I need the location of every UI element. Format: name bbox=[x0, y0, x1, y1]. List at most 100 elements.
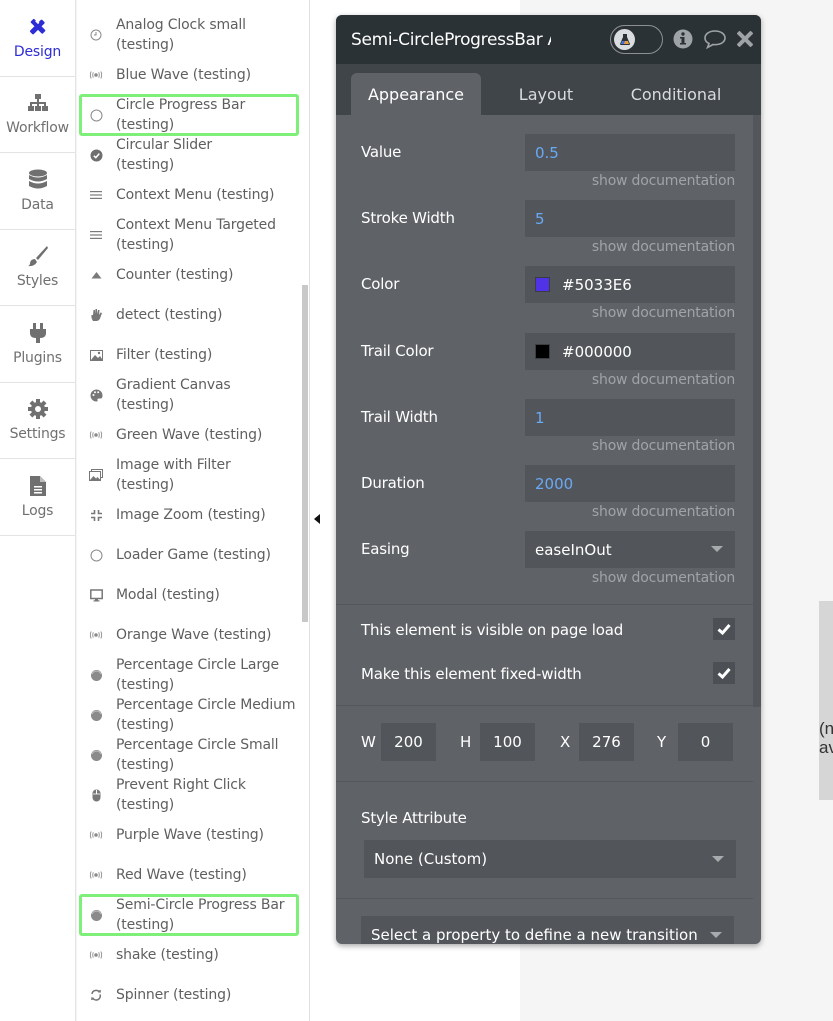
canvas-element-text: (n av bbox=[819, 719, 833, 757]
stroke-width-input[interactable]: 5 bbox=[525, 200, 735, 237]
element-list-item[interactable]: Loader Game (testing) bbox=[77, 535, 302, 575]
element-list-item[interactable]: Blue Wave (testing) bbox=[77, 55, 302, 95]
color-value: #5033E6 bbox=[562, 275, 632, 294]
nav-settings[interactable]: Settings bbox=[0, 383, 75, 459]
element-list-item-label: Analog Clock small (testing) bbox=[116, 17, 246, 53]
canvas-text-line: (n bbox=[819, 719, 833, 738]
style-attribute-dropdown[interactable]: None (Custom) bbox=[364, 840, 736, 878]
nav-label: Plugins bbox=[13, 349, 62, 366]
element-list-scrollbar[interactable] bbox=[302, 285, 308, 622]
element-list-item[interactable]: Image with Filter (testing) bbox=[77, 455, 302, 495]
design-icon bbox=[27, 16, 49, 38]
element-list-item[interactable]: Circular Slider (testing) bbox=[77, 135, 302, 175]
element-list-item[interactable]: Spinner (testing) bbox=[77, 975, 302, 1015]
transition-property-dropdown[interactable]: Select a property to define a new transi… bbox=[361, 916, 734, 944]
nav-data[interactable]: Data bbox=[0, 153, 75, 230]
trail-color-swatch[interactable] bbox=[535, 344, 550, 359]
show-documentation-link[interactable]: show documentation bbox=[592, 570, 735, 586]
show-documentation-link[interactable]: show documentation bbox=[592, 504, 735, 520]
fixed-width-label: Make this element fixed-width bbox=[361, 665, 582, 683]
nav-design[interactable]: Design bbox=[0, 0, 75, 77]
menu-lines-icon bbox=[89, 188, 103, 202]
info-icon[interactable] bbox=[672, 28, 694, 50]
element-list-item-label: Modal (testing) bbox=[116, 587, 220, 603]
workflow-icon bbox=[27, 92, 49, 114]
element-list-item[interactable]: Modal (testing) bbox=[77, 575, 302, 615]
element-list-item-label: Image with Filter (testing) bbox=[116, 457, 231, 493]
section-divider bbox=[336, 781, 753, 782]
element-list-item[interactable]: Analog Clock small (testing) bbox=[77, 15, 302, 55]
height-input[interactable]: 100 bbox=[480, 723, 535, 761]
y-input[interactable]: 0 bbox=[678, 723, 733, 761]
element-list-item[interactable]: Percentage Circle Small (testing) bbox=[77, 735, 302, 775]
fixed-width-checkbox[interactable] bbox=[713, 662, 735, 684]
visible-on-load-checkbox[interactable] bbox=[713, 618, 735, 640]
easing-dropdown[interactable]: easeInOut bbox=[525, 531, 735, 568]
show-documentation-link[interactable]: show documentation bbox=[592, 173, 735, 189]
nav-workflow[interactable]: Workflow bbox=[0, 77, 75, 153]
width-input[interactable]: 200 bbox=[381, 723, 436, 761]
element-list-item[interactable]: Circle Progress Bar (testing) bbox=[79, 94, 299, 136]
nav-styles[interactable]: Styles bbox=[0, 230, 75, 306]
close-icon[interactable] bbox=[734, 28, 756, 50]
element-list-item[interactable]: Percentage Circle Large (testing) bbox=[77, 655, 302, 695]
element-list-item[interactable]: Gradient Canvas (testing) bbox=[77, 375, 302, 415]
show-documentation-link[interactable]: show documentation bbox=[592, 239, 735, 255]
element-list-item[interactable]: Green Wave (testing) bbox=[77, 415, 302, 455]
circle-filled-icon bbox=[89, 748, 103, 762]
nav-logs[interactable]: Logs bbox=[0, 459, 75, 536]
element-list-item[interactable]: Image Zoom (testing) bbox=[77, 495, 302, 535]
element-list-item[interactable]: Purple Wave (testing) bbox=[77, 815, 302, 855]
show-documentation-link[interactable]: show documentation bbox=[592, 438, 735, 454]
collapse-panel-arrow-icon[interactable] bbox=[314, 514, 320, 524]
tab-conditional[interactable]: Conditional bbox=[611, 73, 741, 115]
value-input[interactable]: 0.5 bbox=[525, 134, 735, 171]
element-list-item[interactable]: Counter (testing) bbox=[77, 255, 302, 295]
height-label: H bbox=[460, 733, 472, 751]
left-nav: Design Workflow Data Styles Plugins Sett… bbox=[0, 0, 76, 1021]
chevron-down-icon bbox=[712, 856, 724, 862]
nav-plugins[interactable]: Plugins bbox=[0, 306, 75, 383]
element-list-item-label: Context Menu Targeted (testing) bbox=[116, 217, 276, 253]
element-list-item-label: Semi-Circle Progress Bar (testing) bbox=[116, 897, 285, 933]
element-list-item-label: Context Menu (testing) bbox=[116, 187, 275, 203]
duration-input[interactable]: 2000 bbox=[525, 465, 735, 502]
x-input[interactable]: 276 bbox=[579, 723, 634, 761]
section-divider bbox=[336, 604, 753, 605]
element-list-item[interactable]: Filter (testing) bbox=[77, 335, 302, 375]
element-list-item[interactable]: detect (testing) bbox=[77, 295, 302, 335]
trail-color-picker[interactable]: #000000 bbox=[525, 333, 735, 370]
test-mode-toggle[interactable] bbox=[610, 25, 663, 54]
element-list-item-label: Percentage Circle Large (testing) bbox=[116, 657, 279, 693]
element-list-item[interactable]: Percentage Circle Medium (testing) bbox=[77, 695, 302, 735]
element-list-item[interactable]: shake (testing) bbox=[77, 935, 302, 975]
show-documentation-link[interactable]: show documentation bbox=[592, 372, 735, 388]
checkmark-icon bbox=[717, 624, 731, 635]
trail-width-input[interactable]: 1 bbox=[525, 399, 735, 436]
element-list-item-label: Counter (testing) bbox=[116, 267, 234, 283]
element-list-item[interactable]: (testing) bbox=[77, 0, 302, 15]
section-divider bbox=[336, 705, 753, 706]
element-list-item[interactable]: Context Menu (testing) bbox=[77, 175, 302, 215]
element-list-item[interactable]: Prevent Right Click (testing) bbox=[77, 775, 302, 815]
element-list-item[interactable]: Orange Wave (testing) bbox=[77, 615, 302, 655]
color-swatch[interactable] bbox=[535, 277, 550, 292]
element-list-item[interactable]: Red Wave (testing) bbox=[77, 855, 302, 895]
element-list-item-label: Gradient Canvas (testing) bbox=[116, 377, 231, 413]
document-icon bbox=[27, 475, 49, 497]
editor-scrollbar[interactable] bbox=[753, 115, 761, 707]
property-editor: Semi-CircleProgressBar A Appearance Layo… bbox=[336, 15, 761, 944]
show-documentation-link[interactable]: show documentation bbox=[592, 305, 735, 321]
image-icon bbox=[89, 348, 103, 362]
tab-appearance[interactable]: Appearance bbox=[351, 73, 481, 115]
element-list-item[interactable]: Context Menu Targeted (testing) bbox=[77, 215, 302, 255]
element-list-item-label: Prevent Right Click (testing) bbox=[116, 777, 246, 813]
comment-icon[interactable] bbox=[702, 28, 728, 50]
database-icon bbox=[27, 169, 49, 191]
editor-header[interactable]: Semi-CircleProgressBar A bbox=[336, 15, 761, 64]
element-list-item[interactable]: Semi-Circle Progress Bar (testing) bbox=[79, 894, 299, 936]
dimensions-row: W 200 H 100 X 276 Y 0 bbox=[361, 723, 741, 761]
canvas-element[interactable]: (n av bbox=[819, 601, 833, 800]
color-picker[interactable]: #5033E6 bbox=[525, 266, 735, 303]
tab-layout[interactable]: Layout bbox=[481, 73, 611, 115]
